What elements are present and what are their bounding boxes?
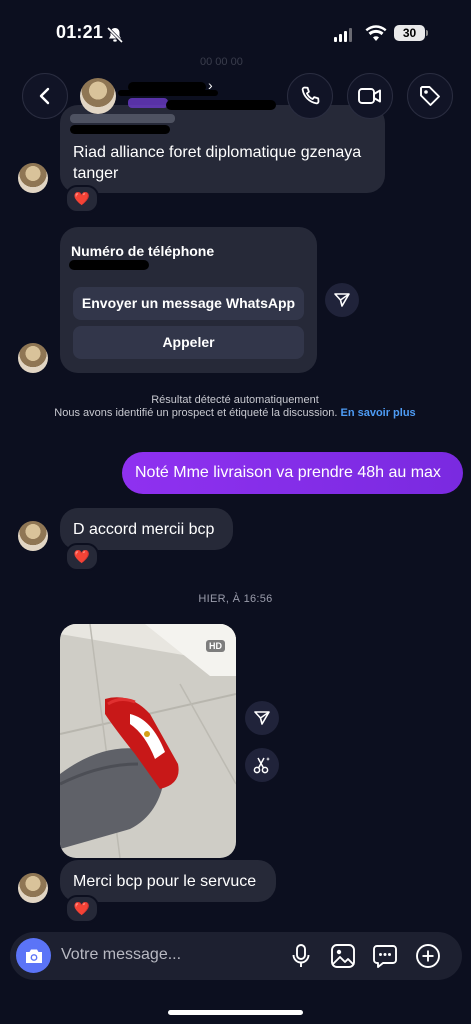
camera-icon [25, 949, 42, 963]
send-arrow-icon [334, 293, 350, 307]
video-call-button[interactable] [347, 73, 393, 119]
scissors-sparkle-icon [253, 757, 270, 774]
plus-circle-icon[interactable] [415, 943, 441, 969]
outgoing-message-text: Noté Mme livraison va prendre 48h au max [135, 464, 441, 481]
battery-indicator: 30 [394, 25, 425, 41]
gallery-icon[interactable] [330, 943, 356, 969]
redacted-handle [166, 100, 276, 110]
incoming-message-text: Merci bcp pour le servuce [73, 873, 257, 890]
hd-badge: HD [206, 640, 225, 652]
phone-number-card: Numéro de téléphone Envoyer un message W… [60, 227, 317, 373]
contact-avatar[interactable] [18, 873, 48, 903]
call-phone-button[interactable]: Appeler [73, 326, 304, 359]
reaction-heart[interactable]: ❤️ [65, 185, 99, 213]
outgoing-message-bubble[interactable]: Noté Mme livraison va prendre 48h au max [122, 452, 463, 494]
contact-avatar[interactable] [18, 343, 48, 373]
edit-photo-button[interactable] [245, 748, 279, 782]
phone-icon [301, 86, 320, 105]
chevron-left-icon [39, 87, 50, 105]
whatsapp-button[interactable]: Envoyer un message WhatsApp [73, 287, 304, 320]
header-avatar[interactable] [80, 78, 116, 114]
phone-card-title: Numéro de téléphone [71, 243, 215, 259]
date-separator: HIER, À 16:56 [198, 593, 273, 605]
sticker-chat-icon[interactable] [372, 943, 398, 969]
message-input[interactable]: Votre message... [61, 946, 181, 964]
home-indicator[interactable] [168, 1010, 303, 1015]
back-button[interactable] [22, 73, 68, 119]
status-time: 01:21 [56, 22, 104, 42]
system-notice: Résultat détecté automatiquement Nous av… [50, 394, 420, 420]
redacted-text [70, 125, 170, 134]
label-button[interactable] [407, 73, 453, 119]
microphone-icon[interactable] [290, 943, 312, 969]
video-camera-icon [358, 88, 381, 104]
contact-avatar[interactable] [18, 163, 48, 193]
shoe-photo-image [60, 624, 236, 858]
redacted-text [70, 114, 175, 123]
shoe-photo[interactable]: HD [60, 624, 236, 858]
reaction-heart[interactable]: ❤️ [65, 895, 99, 923]
redacted-phone-number[interactable] [69, 260, 149, 270]
wifi-icon [365, 25, 387, 41]
faded-timestamp: 00 00 00 [200, 56, 243, 68]
contact-avatar[interactable] [18, 521, 48, 551]
tag-icon [420, 86, 440, 106]
cellular-signal-icon [334, 28, 352, 42]
learn-more-link[interactable]: En savoir plus [340, 407, 415, 419]
battery-tip [426, 30, 428, 36]
bell-muted-icon [106, 26, 124, 44]
system-notice-body: Nous avons identifié un prospect et étiq… [50, 407, 420, 420]
address-message-text: Riad alliance foret diplomatique gzenaya… [73, 144, 362, 182]
reaction-heart[interactable]: ❤️ [65, 543, 99, 571]
address-message-bubble[interactable]: Riad alliance foret diplomatique gzenaya… [60, 105, 385, 193]
system-notice-title: Résultat détecté automatiquement [151, 394, 319, 406]
redacted-handle [128, 98, 168, 108]
camera-button[interactable] [16, 938, 51, 973]
incoming-message-text: D accord mercii bcp [73, 521, 215, 538]
share-button[interactable] [325, 283, 359, 317]
call-button[interactable] [287, 73, 333, 119]
share-photo-button[interactable] [245, 701, 279, 735]
system-notice-text: Nous avons identifié un prospect et étiq… [54, 407, 338, 419]
redacted-text [118, 90, 218, 96]
send-arrow-icon [254, 711, 270, 725]
